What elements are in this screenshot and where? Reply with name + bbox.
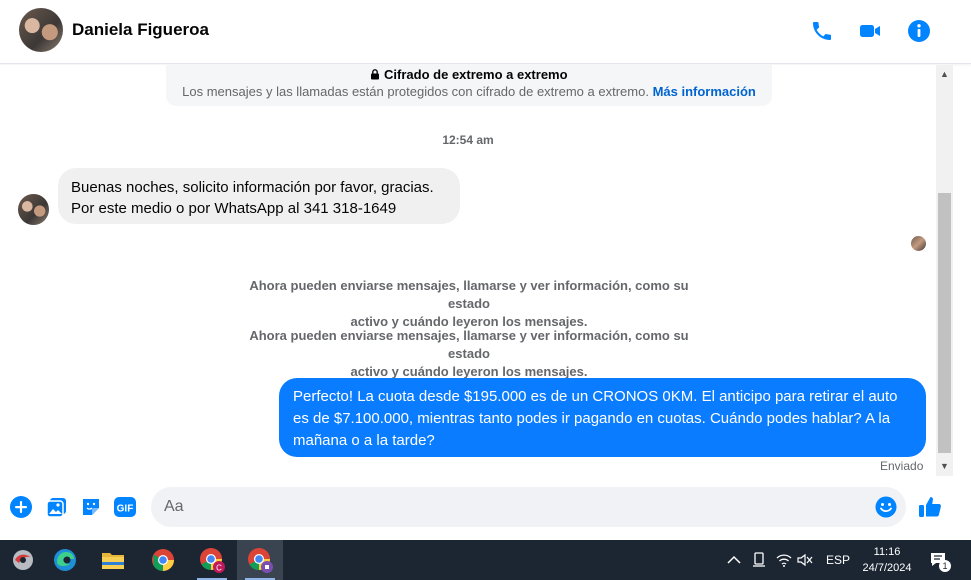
lock-icon bbox=[370, 67, 384, 82]
incoming-message-line: Por este medio o por WhatsApp al 341 318… bbox=[71, 200, 397, 217]
clock-date: 24/7/2024 bbox=[862, 562, 912, 574]
language-indicator[interactable]: ESP bbox=[826, 540, 850, 580]
svg-text:GIF: GIF bbox=[117, 504, 134, 515]
conversation-header: Daniela Figueroa bbox=[0, 0, 971, 64]
system-clock[interactable]: 11:16 24/7/2024 bbox=[852, 544, 922, 576]
wifi-icon[interactable] bbox=[776, 540, 792, 580]
encryption-title: Cifrado de extremo a extremo bbox=[384, 67, 568, 82]
message-composer: GIF bbox=[0, 476, 971, 540]
encryption-text: Los mensajes y las llamadas están proteg… bbox=[182, 84, 649, 99]
emoji-icon[interactable] bbox=[875, 496, 897, 518]
volume-muted-icon[interactable] bbox=[797, 540, 813, 580]
message-status: Enviado bbox=[880, 459, 924, 473]
image-icon[interactable] bbox=[45, 495, 69, 519]
file-explorer-icon[interactable] bbox=[90, 540, 136, 580]
contact-avatar[interactable] bbox=[19, 8, 63, 52]
app-launcher-icon[interactable] bbox=[0, 540, 46, 580]
messenger-window: Daniela Figueroa Cifrado de extremo a ex… bbox=[0, 0, 971, 540]
phone-icon[interactable] bbox=[809, 18, 835, 44]
chrome-profile-2-icon[interactable] bbox=[237, 540, 283, 580]
outgoing-message-bubble[interactable]: Perfecto! La cuota desde $195.000 es de … bbox=[279, 378, 926, 457]
video-icon[interactable] bbox=[857, 18, 883, 44]
message-input[interactable] bbox=[151, 487, 906, 527]
windows-taskbar: C ESP 11:16 24/7/2024 1 bbox=[0, 540, 971, 580]
scroll-thumb[interactable] bbox=[938, 193, 951, 453]
clock-time: 11:16 bbox=[873, 546, 901, 558]
chat-scrollbar[interactable]: ▲ ▼ bbox=[936, 65, 953, 476]
sticker-icon[interactable] bbox=[79, 495, 103, 519]
incoming-message-line: Buenas noches, solicito información por … bbox=[71, 179, 434, 196]
notification-center-icon[interactable]: 1 bbox=[929, 540, 951, 580]
system-message: Ahora pueden enviarse mensajes, llamarse… bbox=[249, 278, 689, 329]
like-icon[interactable] bbox=[918, 495, 942, 519]
more-info-link[interactable]: Más información bbox=[653, 84, 756, 99]
device-icon[interactable] bbox=[752, 540, 766, 580]
svg-text:C: C bbox=[216, 564, 222, 573]
plus-icon[interactable] bbox=[9, 495, 33, 519]
chrome-profile-icon[interactable]: C bbox=[189, 540, 235, 580]
chrome-icon[interactable] bbox=[140, 540, 186, 580]
encryption-notice: Cifrado de extremo a extremo Los mensaje… bbox=[166, 65, 772, 106]
scroll-up-arrow-icon[interactable]: ▲ bbox=[936, 65, 953, 82]
message-thread[interactable]: Cifrado de extremo a extremo Los mensaje… bbox=[0, 65, 936, 476]
system-message: Ahora pueden enviarse mensajes, llamarse… bbox=[249, 328, 689, 379]
seen-indicator-avatar bbox=[911, 236, 926, 251]
info-icon[interactable] bbox=[906, 18, 932, 44]
notification-count-badge: 1 bbox=[939, 560, 951, 572]
message-timestamp: 12:54 am bbox=[442, 133, 494, 147]
sender-avatar[interactable] bbox=[18, 194, 49, 225]
chevron-up-icon[interactable] bbox=[727, 540, 741, 580]
scroll-down-arrow-icon[interactable]: ▼ bbox=[936, 457, 953, 474]
gif-icon[interactable]: GIF bbox=[113, 495, 137, 519]
edge-icon[interactable] bbox=[42, 540, 88, 580]
contact-name[interactable]: Daniela Figueroa bbox=[72, 20, 209, 40]
incoming-message-bubble[interactable]: Buenas noches, solicito información por … bbox=[58, 168, 460, 224]
